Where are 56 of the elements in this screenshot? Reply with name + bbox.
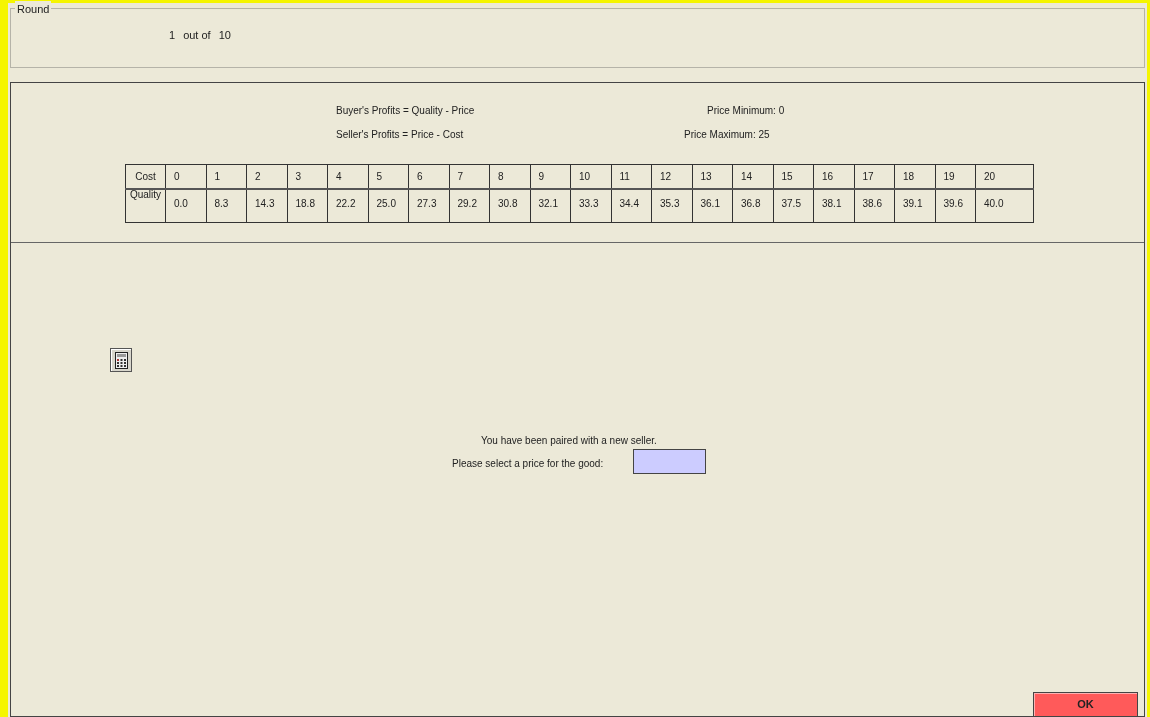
table-cell: 14: [732, 164, 773, 189]
table-cell: 20: [975, 164, 1034, 189]
table-cell: 35.3: [651, 188, 692, 223]
row-header: Cost: [125, 164, 166, 189]
table-cell: 29.2: [449, 188, 490, 223]
table-cell: 6: [408, 164, 449, 189]
price-limit: Price Maximum: 25: [684, 128, 770, 142]
table-cell: 18: [894, 164, 935, 189]
table-cell: 30.8: [489, 188, 530, 223]
table-cell: 33.3: [570, 188, 611, 223]
table-cell: 8: [489, 164, 530, 189]
round-label: out of: [183, 28, 211, 43]
price-label: Please select a price for the good:: [452, 457, 604, 471]
table-cell: 36.8: [732, 188, 773, 223]
table-cell: 4: [327, 164, 368, 189]
table-cell: 15: [773, 164, 814, 189]
table-cell: 38.1: [813, 188, 854, 223]
round-total: 10: [218, 28, 231, 43]
table-cell: 10: [570, 164, 611, 189]
round-number: 1: [169, 28, 176, 43]
table-cell: 32.1: [530, 188, 571, 223]
pairing-message: You have been paired with a new seller.: [481, 434, 657, 448]
table-cell: 39.6: [935, 188, 976, 223]
table-cell: 22.2: [327, 188, 368, 223]
table-cell: 3: [287, 164, 328, 189]
price-limit: Price Minimum: 0: [707, 104, 785, 118]
table-cell: 37.5: [773, 188, 814, 223]
table-cell: 9: [530, 164, 571, 189]
profit-formula: Seller's Profits = Price - Cost: [336, 128, 464, 142]
table-cell: 7: [449, 164, 490, 189]
table-cell: 19: [935, 164, 976, 189]
table-cell: 13: [692, 164, 733, 189]
price-input-field[interactable]: [633, 449, 706, 474]
table-cell: 1: [206, 164, 247, 189]
table-cell: 5: [368, 164, 409, 189]
table-cell: 27.3: [408, 188, 449, 223]
table-cell: 25.0: [368, 188, 409, 223]
table-cell: 8.3: [206, 188, 247, 223]
table-cell: 36.1: [692, 188, 733, 223]
table-cell: 12: [651, 164, 692, 189]
table-cell: 2: [246, 164, 287, 189]
table-cell: 11: [611, 164, 652, 189]
profit-formula: Buyer's Profits = Quality - Price: [336, 104, 475, 118]
table-cell: 14.3: [246, 188, 287, 223]
table-cell: 17: [854, 164, 895, 189]
table-cell: 0.0: [165, 188, 206, 223]
table-cell: 38.6: [854, 188, 895, 223]
table-cell: 16: [813, 164, 854, 189]
table-cell: 18.8: [287, 188, 328, 223]
ok-button[interactable]: OK: [1033, 692, 1138, 717]
table-cell: 40.0: [975, 188, 1034, 223]
table-cell: 0: [165, 164, 206, 189]
calculator-icon[interactable]: [110, 348, 132, 372]
row-header: Quality: [125, 188, 166, 223]
table-cell: 34.4: [611, 188, 652, 223]
table-cell: 39.1: [894, 188, 935, 223]
